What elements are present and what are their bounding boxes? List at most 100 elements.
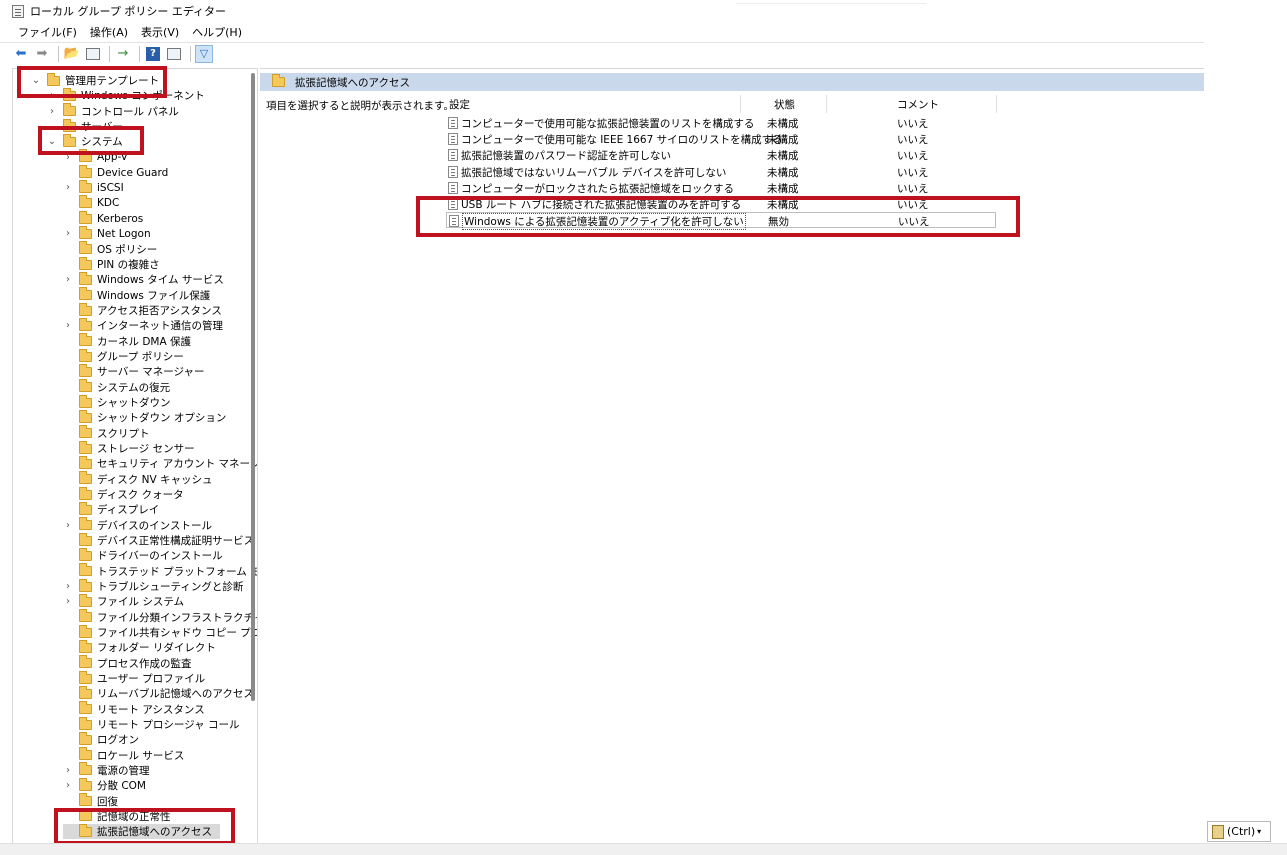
chevron-right-icon[interactable]: › [63, 228, 73, 239]
tree-item[interactable]: PIN の複雑さ [63, 256, 160, 272]
chevron-right-icon[interactable]: › [47, 90, 57, 101]
tree-pane[interactable]: ⌄ 管理用テンプレート › Windows コンポーネント › コントロール パネル サーバ… [12, 68, 258, 843]
setting-row[interactable]: USB ルート ハブに接続された拡張記憶装置のみを許可する 未構成 いいえ [446, 196, 996, 212]
filter-icon[interactable]: ▽ [195, 44, 213, 63]
tree-item[interactable]: ファイル分類インフラストラクチャ [63, 609, 257, 625]
tree-item[interactable]: カーネル DMA 保護 [63, 333, 191, 349]
tree-item[interactable]: › Windows タイム サービス [63, 271, 224, 287]
chevron-right-icon[interactable]: › [63, 581, 73, 592]
setting-state: 未構成 [767, 166, 799, 179]
column-divider[interactable] [826, 95, 827, 113]
tree-item[interactable]: ストレージ センサー [63, 440, 195, 456]
folder-icon [79, 563, 92, 577]
tree-item[interactable]: フォルダー リダイレクト [63, 639, 216, 655]
tree-item[interactable]: OS ポリシー [63, 241, 157, 257]
column-state[interactable]: 状態 [774, 97, 795, 113]
chevron-right-icon[interactable]: › [63, 596, 73, 607]
tree-item[interactable]: ログオン [63, 731, 139, 747]
chevron-right-icon[interactable]: › [63, 520, 73, 531]
setting-row[interactable]: コンピューターがロックされたら拡張記憶域をロックする 未構成 いいえ [446, 180, 996, 196]
setting-row[interactable]: 拡張記憶域ではないリムーバブル デバイスを許可しない 未構成 いいえ [446, 164, 996, 180]
forward-arrow-icon[interactable]: ➡ [33, 45, 51, 63]
tree-item[interactable]: リモート アシスタンス [63, 701, 205, 717]
tree-item[interactable]: 拡張記憶域へのアクセス [63, 823, 220, 840]
tree-item-label: ロケール サービス [97, 749, 185, 762]
chevron-down-icon[interactable]: ⌄ [47, 136, 57, 147]
tree-item[interactable]: トラステッド プラットフォーム モジュール [63, 563, 257, 579]
tree-item[interactable]: › 電源の管理 [63, 762, 150, 778]
tree-item[interactable]: ディスク クォータ [63, 486, 184, 502]
column-comment[interactable]: コメント [897, 97, 939, 113]
tree-item[interactable]: アクセス拒否アシスタンス [63, 302, 222, 318]
tree-item[interactable]: ドライバーのインストール [63, 547, 223, 563]
tree-item[interactable]: › コントロール パネル [47, 103, 179, 119]
tree-item[interactable]: ディスク NV キャッシュ [63, 471, 212, 487]
chevron-right-icon[interactable]: › [63, 182, 73, 193]
tree-item[interactable]: スクリプト [63, 425, 150, 441]
tree-item[interactable]: › iSCSI [63, 179, 124, 195]
paste-options-button[interactable]: (Ctrl) ▾ [1207, 821, 1271, 842]
tree-item[interactable]: › 分散 COM [63, 777, 146, 793]
tree-item[interactable]: セキュリティ アカウント マネージャー [63, 455, 257, 471]
column-setting[interactable]: 設定 [449, 97, 470, 113]
setting-row[interactable]: コンピューターで使用可能な IEEE 1667 サイロのリストを構成する 未構成 い… [446, 131, 996, 147]
tree-item[interactable]: サーバー [47, 118, 123, 134]
tree-item[interactable]: ロケール サービス [63, 747, 185, 763]
setting-row[interactable]: コンピューターで使用可能な拡張記憶装置のリストを構成する 未構成 いいえ [446, 115, 996, 131]
column-divider[interactable] [740, 95, 741, 113]
up-folder-icon[interactable]: 📂 [63, 45, 81, 63]
help-icon[interactable]: ? [144, 45, 162, 63]
tree-item[interactable]: シャットダウン [63, 394, 171, 410]
folder-icon [79, 302, 92, 316]
menu-view[interactable]: 表示(V) [141, 24, 179, 40]
tree-item[interactable]: ディスプレイ [63, 501, 159, 517]
column-divider[interactable] [996, 95, 997, 113]
tree-item[interactable]: 記憶域の正常性 [63, 808, 171, 824]
tree-item[interactable]: グループ ポリシー [63, 348, 184, 364]
folder-icon [79, 409, 92, 423]
folder-icon [63, 118, 76, 132]
tree-item[interactable]: › Windows コンポーネント [47, 87, 205, 103]
show-hide-tree-icon[interactable] [84, 45, 102, 63]
menu-action[interactable]: 操作(A) [90, 24, 128, 40]
tree-item[interactable]: › App-V [63, 149, 128, 165]
tree-item[interactable]: デバイス正常性構成証明サービス [63, 532, 254, 548]
chevron-right-icon[interactable]: › [63, 780, 73, 791]
tree-item[interactable]: › インターネット通信の管理 [63, 317, 223, 333]
tree-item[interactable]: 回復 [63, 793, 118, 809]
tree-item[interactable]: Device Guard [63, 164, 168, 180]
tree-item[interactable]: › デバイスのインストール [63, 517, 212, 533]
properties-icon[interactable] [165, 45, 183, 63]
export-list-icon[interactable]: → [114, 45, 132, 63]
chevron-right-icon[interactable]: › [63, 320, 73, 331]
chevron-down-icon[interactable]: ⌄ [31, 75, 41, 86]
tree-item[interactable]: ファイル共有シャドウ コピー プロバイダー [63, 624, 257, 640]
tree-item[interactable]: リムーバブル記憶域へのアクセス [63, 685, 254, 701]
tree-scrollbar-thumb[interactable] [251, 73, 255, 701]
chevron-right-icon[interactable]: › [63, 765, 73, 776]
tree-item[interactable]: Kerberos [63, 210, 143, 226]
chevron-right-icon[interactable]: › [63, 152, 73, 163]
tree-item[interactable]: ユーザー プロファイル [63, 670, 205, 686]
tree-item[interactable]: KDC [63, 195, 119, 211]
tree-item[interactable]: サーバー マネージャー [63, 363, 205, 379]
tree-item[interactable]: › Net Logon [63, 225, 151, 241]
menu-help[interactable]: ヘルプ(H) [192, 24, 242, 40]
tree-item[interactable]: リモート プロシージャ コール [63, 716, 239, 732]
menu-file[interactable]: ファイル(F) [18, 24, 77, 40]
tree-item[interactable]: › トラブルシューティングと診断 [63, 578, 243, 594]
menu-bar: ファイル(F) 操作(A) 表示(V) ヘルプ(H) [0, 22, 1204, 42]
tree-item[interactable]: シャットダウン オプション [63, 409, 226, 425]
setting-row[interactable]: Windows による拡張記憶装置のアクティブ化を許可しない 無効 いいえ [446, 212, 996, 231]
tree-item[interactable]: プロセス作成の監査 [63, 655, 192, 671]
setting-row[interactable]: 拡張記憶装置のパスワード認証を許可しない 未構成 いいえ [446, 147, 996, 163]
tree-item[interactable]: ⌄ 管理用テンプレート [31, 72, 159, 88]
tree-item[interactable]: › ファイル システム [63, 593, 184, 609]
back-arrow-icon[interactable]: ⬅ [12, 45, 30, 63]
chevron-right-icon[interactable]: › [47, 106, 57, 117]
tree-item[interactable]: Windows ファイル保護 [63, 287, 210, 303]
tree-item[interactable]: ⌄ システム [47, 133, 123, 149]
tree-item-label: 分散 COM [97, 780, 146, 793]
tree-item[interactable]: システムの復元 [63, 379, 170, 395]
chevron-right-icon[interactable]: › [63, 274, 73, 285]
